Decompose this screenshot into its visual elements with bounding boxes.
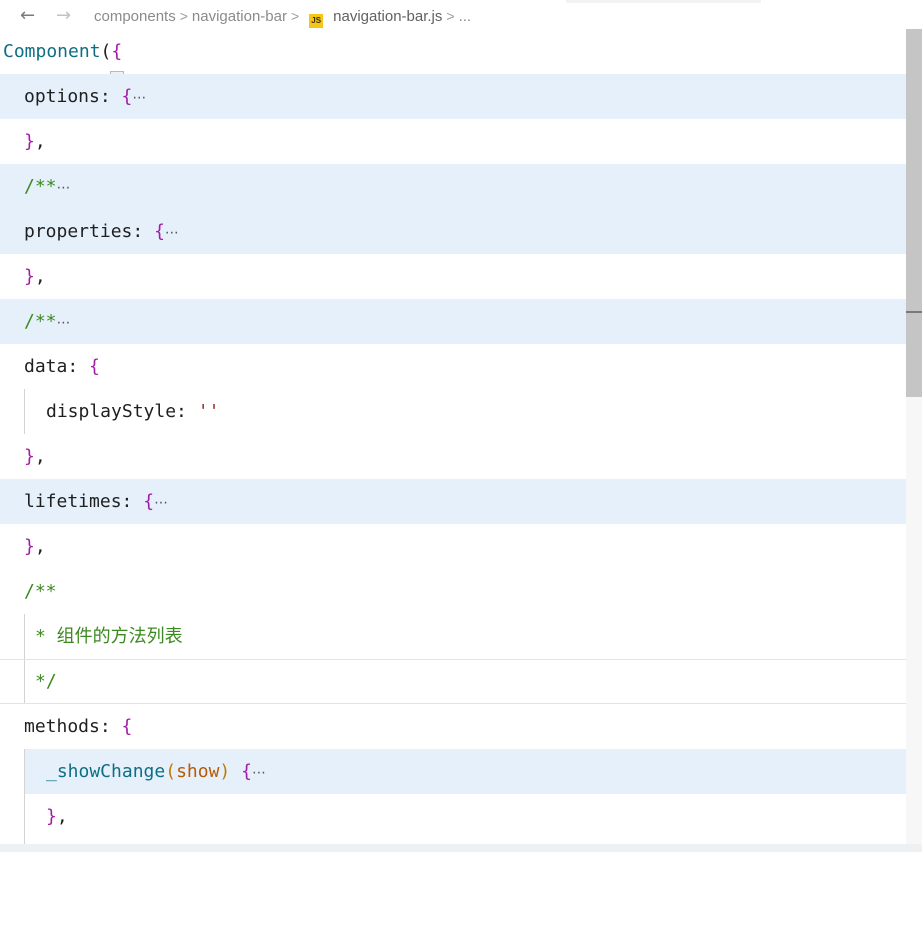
paren: ( [100,41,112,62]
function-name: _showChange [46,761,166,782]
code-line[interactable]: methods: { [0,704,906,749]
fold-ellipsis-icon[interactable]: ⋯ [165,225,179,241]
function-param: show [176,761,220,782]
paren: ( [165,761,177,782]
identifier-component: Component [3,41,101,62]
code-line[interactable]: }, [0,254,906,299]
fold-ellipsis-icon[interactable]: ⋯ [57,315,71,331]
tab-strip-gap [566,0,761,3]
code-editor[interactable]: Component({ options: {⋯ }, /**⋯ properti… [0,29,906,844]
comma: , [34,131,46,152]
brace: } [24,131,35,152]
brace: } [46,806,57,827]
key-options: options [24,86,100,107]
colon: : [176,401,187,422]
fold-ellipsis-icon[interactable]: ⋯ [132,90,146,106]
doc-comment: /** [24,311,57,332]
code-line[interactable]: data: { [0,344,906,389]
back-arrow-icon[interactable]: ← [20,6,35,26]
code-line[interactable]: /** [0,569,906,614]
doc-comment: /** [24,176,57,197]
code-line-folded[interactable]: /**⋯ [0,164,906,209]
code-line[interactable]: }, [0,524,906,569]
js-file-icon: JS [309,14,324,28]
breadcrumb-item-components[interactable]: components [94,8,176,25]
colon: : [99,86,111,107]
code-line-folded[interactable]: properties: {⋯ [0,209,906,254]
breadcrumb-item-navigation-bar[interactable]: navigation-bar [192,8,287,25]
code-line[interactable]: Component({ [0,29,906,74]
key-properties: properties [24,221,133,242]
brace: } [24,536,35,557]
brace: { [89,356,100,377]
comma: , [56,806,68,827]
breadcrumb-bar: ← → components > navigation-bar > JS navigati… [0,0,922,32]
colon: : [99,716,111,737]
chevron-right-icon: > [179,8,188,24]
colon: : [121,491,133,512]
code-line-folded[interactable]: _showChange(show) {⋯ [25,749,906,794]
chevron-right-icon: > [446,8,455,24]
comma: , [34,446,46,467]
brace: { [241,761,252,782]
brace: { [143,491,155,512]
doc-comment-text: * 组件的方法列表 [35,626,183,647]
code-line-folded[interactable]: options: {⋯ [0,74,906,119]
brace: } [24,446,35,467]
brace: { [111,41,123,62]
breadcrumb-item-symbols[interactable]: ... [459,8,472,25]
colon: : [67,356,79,377]
brace: { [154,221,165,242]
fold-ellipsis-icon[interactable]: ⋯ [252,765,266,781]
scrollbar-cursor-marker [906,311,922,313]
code-line[interactable]: }, [0,119,906,164]
code-line-folded[interactable]: lifetimes: {⋯ [0,479,906,524]
doc-comment-open: /** [24,581,57,602]
forward-arrow-icon[interactable]: → [56,6,71,26]
key-displayStyle: displayStyle [46,401,177,422]
doc-comment-close: */ [35,671,57,692]
breadcrumb-item-file[interactable]: navigation-bar.js [333,8,442,25]
key-data: data [24,356,68,377]
code-line[interactable]: displayStyle: '' [0,389,906,434]
key-methods: methods [24,716,100,737]
fold-ellipsis-icon[interactable]: ⋯ [57,180,71,196]
comma: , [34,266,46,287]
tab-underline [0,0,566,4]
code-line[interactable]: * 组件的方法列表 [0,614,906,659]
chevron-right-icon: > [290,8,300,24]
code-line-current[interactable]: */ [0,660,906,703]
key-lifetimes: lifetimes [24,491,122,512]
comma: , [34,536,46,557]
colon: : [132,221,144,242]
string-literal: '' [197,401,220,422]
code-line[interactable]: }, [25,794,906,839]
scrollbar-thumb[interactable] [906,29,922,397]
paren: ) [219,761,231,782]
breadcrumb: components > navigation-bar > JS navigation-b… [94,7,471,28]
brace: { [121,86,133,107]
code-line[interactable]: }, [0,434,906,479]
fold-ellipsis-icon[interactable]: ⋯ [154,495,168,511]
horizontal-scrollbar[interactable] [0,844,922,852]
code-line-folded[interactable]: /**⋯ [0,299,906,344]
brace: { [121,716,133,737]
brace: } [24,266,35,287]
